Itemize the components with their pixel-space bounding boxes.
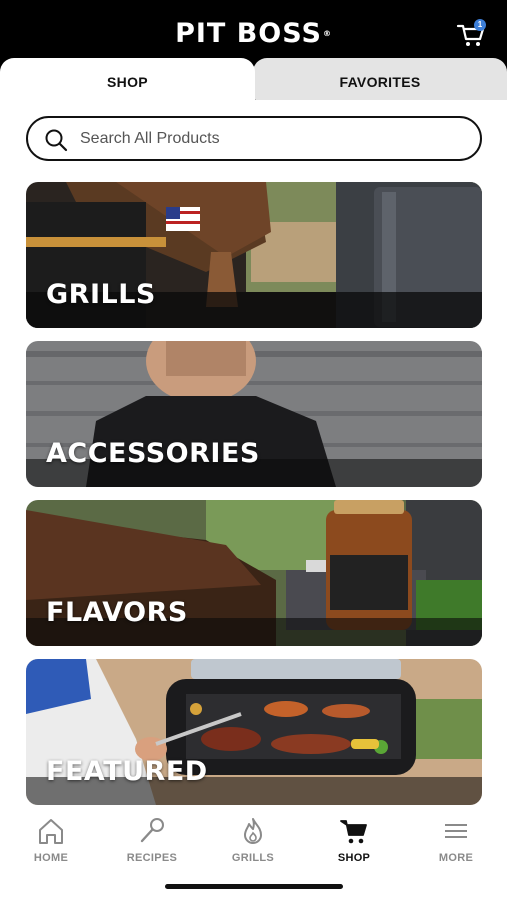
cart-count-badge: 1: [474, 19, 486, 31]
nav-item-home[interactable]: HOME: [11, 816, 91, 864]
nav-item-grills[interactable]: GRILLS: [213, 816, 293, 864]
category-label-flavors: FLAVORS: [46, 597, 188, 628]
nav-item-shop[interactable]: SHOP: [314, 816, 394, 864]
category-label-grills: GRILLS: [46, 279, 156, 310]
tab-shop[interactable]: SHOP: [0, 58, 255, 106]
tab-favorites[interactable]: FAVORITES: [253, 58, 507, 106]
menu-icon: [445, 824, 467, 838]
flame-icon: [244, 818, 262, 844]
category-card-grills[interactable]: GRILLS: [26, 182, 482, 328]
search-bar[interactable]: [26, 116, 482, 161]
category-card-flavors[interactable]: FLAVORS: [26, 500, 482, 646]
search-input[interactable]: [80, 126, 460, 151]
nav-label-recipes: RECIPES: [126, 852, 178, 864]
home-indicator: [165, 884, 343, 889]
spatula-icon: [140, 818, 164, 843]
category-card-featured[interactable]: FEATURED: [26, 659, 482, 805]
nav-label-shop: SHOP: [337, 852, 371, 864]
home-icon: [39, 819, 63, 844]
search-icon: [45, 129, 68, 152]
nav-item-more[interactable]: MORE: [416, 816, 496, 864]
nav-label-grills: GRILLS: [231, 852, 275, 864]
brand-logo: PIT BOSS®: [175, 18, 332, 49]
category-label-featured: FEATURED: [46, 756, 208, 787]
category-card-accessories[interactable]: ACCESSORIES: [26, 341, 482, 487]
cart-icon: [340, 820, 367, 844]
nav-item-recipes[interactable]: RECIPES: [112, 816, 192, 864]
nav-label-home: HOME: [33, 852, 69, 864]
nav-label-more: MORE: [438, 852, 474, 864]
tab-bar: FAVORITES SHOP: [0, 58, 507, 106]
category-label-accessories: ACCESSORIES: [46, 438, 260, 469]
